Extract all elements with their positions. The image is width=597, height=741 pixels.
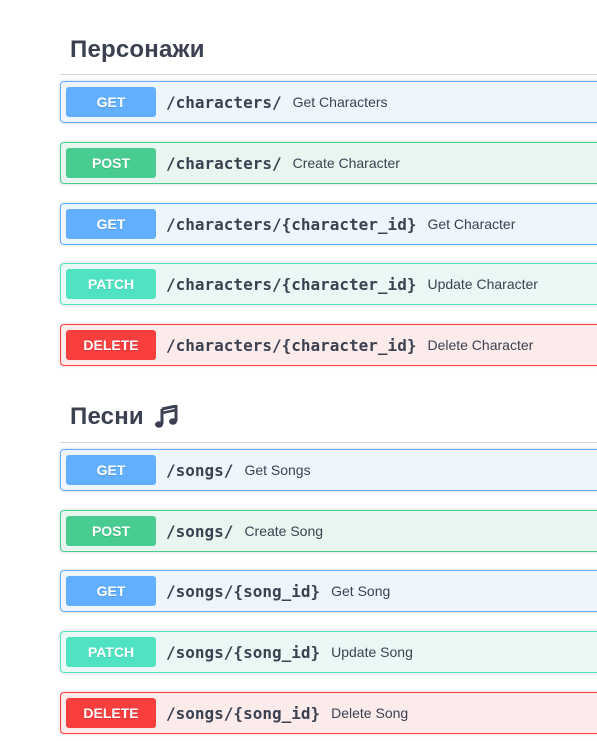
operation-summary: Update Song (331, 644, 413, 660)
operation-get-characters[interactable]: GET /characters/ Get Characters (60, 81, 597, 123)
operation-get-character[interactable]: GET /characters/{character_id} Get Chara… (60, 203, 597, 245)
method-badge: PATCH (66, 269, 156, 299)
section-title: Персонажи (70, 35, 205, 63)
method-badge: GET (66, 87, 156, 117)
operation-path: /characters/ (166, 92, 282, 112)
operation-path: /songs/{song_id} (166, 642, 321, 662)
operation-summary: Delete Character (427, 337, 534, 353)
operation-summary: Get Songs (244, 462, 311, 478)
operation-patch-song[interactable]: PATCH /songs/{song_id} Update Song (60, 631, 597, 673)
musical-notes-icon (154, 404, 180, 429)
operation-path: /characters/{character_id} (166, 214, 417, 234)
operation-summary: Get Song (331, 583, 391, 599)
operation-summary: Create Song (244, 523, 324, 539)
operation-get-song[interactable]: GET /songs/{song_id} Get Song (60, 570, 597, 612)
operation-summary: Create Character (292, 155, 400, 171)
operation-path: /songs/{song_id} (166, 703, 321, 723)
operation-path: /songs/ (166, 460, 234, 480)
method-badge: POST (66, 516, 156, 546)
method-badge: DELETE (66, 698, 156, 728)
operation-path: /characters/{character_id} (166, 274, 417, 294)
operation-delete-song[interactable]: DELETE /songs/{song_id} Delete Song (60, 692, 597, 734)
section-characters: Персонажи (60, 25, 597, 75)
operation-delete-character[interactable]: DELETE /characters/{character_id} Delete… (60, 324, 597, 366)
operation-path: /songs/{song_id} (166, 581, 321, 601)
operation-post-characters[interactable]: POST /characters/ Create Character (60, 142, 597, 184)
method-badge: PATCH (66, 637, 156, 667)
operation-summary: Get Characters (292, 94, 388, 110)
section-header-characters[interactable]: Персонажи (60, 25, 597, 75)
method-badge: GET (66, 455, 156, 485)
operation-path: /songs/ (166, 521, 234, 541)
operation-post-songs[interactable]: POST /songs/ Create Song (60, 510, 597, 552)
operation-patch-character[interactable]: PATCH /characters/{character_id} Update … (60, 263, 597, 305)
operation-path: /characters/{character_id} (166, 335, 417, 355)
method-badge: GET (66, 209, 156, 239)
operation-get-songs[interactable]: GET /songs/ Get Songs (60, 449, 597, 491)
operation-path: /characters/ (166, 153, 282, 173)
operation-summary: Update Character (427, 276, 538, 292)
section-title: Песни (70, 403, 144, 430)
operation-summary: Get Character (427, 216, 516, 232)
method-badge: GET (66, 576, 156, 606)
section-songs: Песни (60, 392, 597, 443)
section-header-songs[interactable]: Песни (60, 392, 597, 443)
method-badge: POST (66, 148, 156, 178)
method-badge: DELETE (66, 330, 156, 360)
operation-summary: Delete Song (331, 705, 409, 721)
